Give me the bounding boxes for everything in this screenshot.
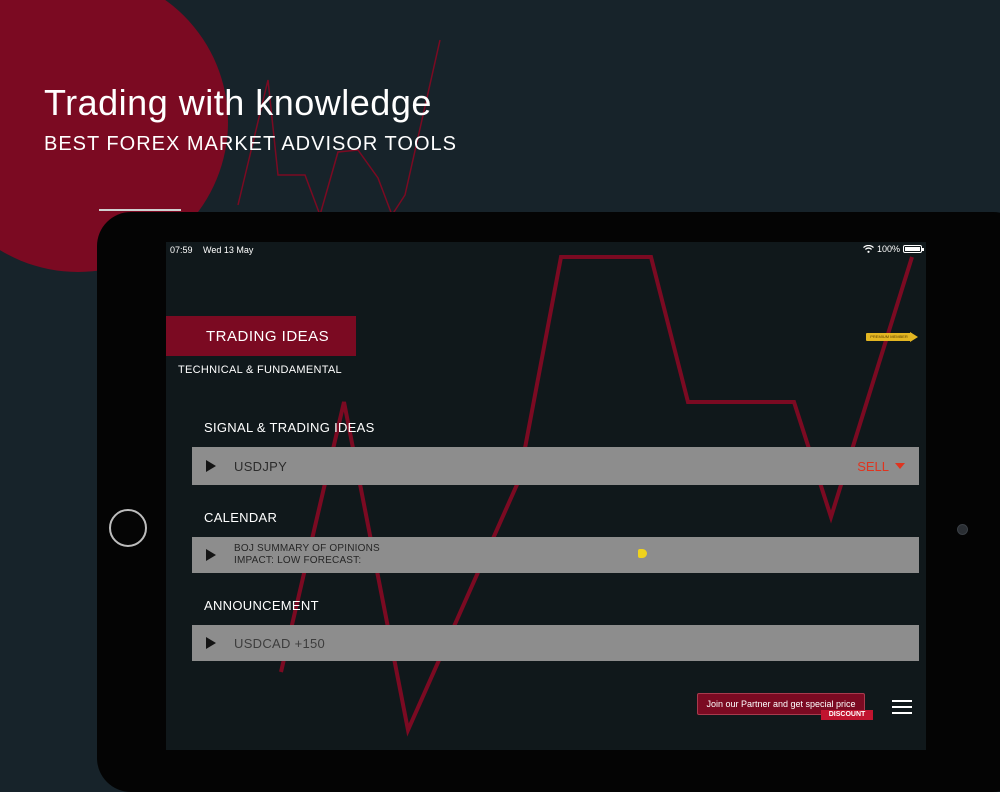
partner-promo-banner[interactable]: Join our Partner and get special price D… [697,693,877,723]
play-icon[interactable] [206,549,216,561]
section-subtitle: TECHNICAL & FUNDAMENTAL [178,364,342,376]
play-icon[interactable] [206,637,216,649]
menu-icon[interactable] [892,700,912,714]
announcement-text: USDCAD +150 [234,635,326,651]
signal-action-label: SELL [857,458,889,474]
background-chart-line [237,39,441,218]
status-date: Wed 13 May [203,245,254,255]
tablet-home-button [109,509,147,547]
signals-title: SIGNAL & TRADING IDEAS [204,420,375,435]
caret-down-icon [895,463,905,469]
status-time: 07:59 [170,245,193,255]
status-bar: 07:59 Wed 13 May 100% [166,242,926,258]
hero-subtitle: BEST FOREX MARKET ADVISOR TOOLS [44,133,457,155]
section-title: TRADING IDEAS [206,327,330,345]
discount-ribbon: DISCOUNT [821,710,873,720]
hero-title: Trading with knowledge [44,82,432,123]
calendar-title: CALENDAR [204,510,278,525]
calendar-row[interactable]: BOJ SUMMARY OF OPINIONS IMPACT: LOW FORE… [192,537,919,573]
announcement-row[interactable]: USDCAD +150 [192,625,919,661]
calendar-event: BOJ SUMMARY OF OPINIONS IMPACT: LOW FORE… [234,543,380,567]
calendar-event-name: BOJ SUMMARY OF OPINIONS [234,543,380,554]
premium-badge-label: PREMIUM MEMBER [866,333,912,341]
app-screen: 07:59 Wed 13 May 100% TRADING IDEAS TECH… [166,242,926,750]
battery-icon [903,245,924,253]
wifi-icon [863,245,874,253]
calendar-event-impact: IMPACT: LOW FORECAST: [234,555,362,566]
signal-row[interactable]: USDJPY SELL [192,447,919,485]
battery-percent: 100% [876,244,900,254]
signal-pair: USDJPY [234,458,288,474]
announcement-title: ANNOUNCEMENT [204,598,319,613]
section-tab-trading-ideas[interactable]: TRADING IDEAS [166,316,356,356]
tablet-camera [957,524,968,535]
play-icon[interactable] [206,460,216,472]
tag-icon [638,549,647,558]
premium-badge[interactable]: PREMIUM MEMBER [866,332,920,343]
hero-divider [99,209,181,211]
status-indicators: 100% [863,244,924,254]
premium-badge-tail [910,332,918,342]
signal-action[interactable]: SELL [857,459,905,474]
